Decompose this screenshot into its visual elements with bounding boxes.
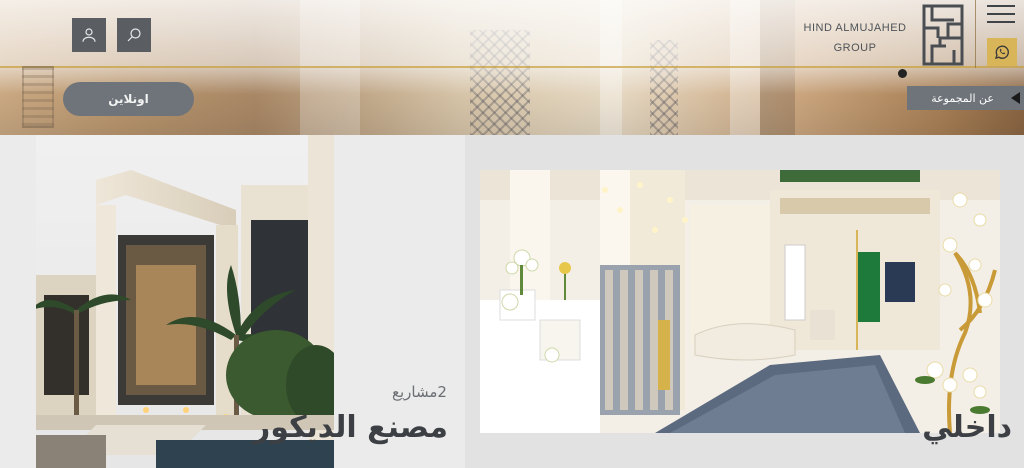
whatsapp-button[interactable] [987, 38, 1017, 66]
interior-showroom-image [480, 170, 1000, 433]
about-group-button[interactable]: عن المجموعة [907, 86, 1024, 110]
user-icon [82, 28, 96, 42]
hamburger-menu-icon [987, 5, 1015, 7]
search-button[interactable] [117, 18, 151, 52]
user-button[interactable] [72, 18, 106, 52]
whatsapp-icon [994, 45, 1009, 59]
brand-name: HIND ALMUJAHED GROUP [795, 18, 915, 58]
project-count: 2مشاريع [392, 383, 447, 401]
brand-logo[interactable] [922, 4, 964, 66]
about-group-label: عن المجموعة [931, 91, 994, 105]
hamburger-menu-button[interactable] [987, 0, 1017, 28]
slider-indicator-dot[interactable] [898, 69, 907, 78]
online-button[interactable]: اونلاين [63, 82, 194, 116]
arrow-left-icon [1011, 92, 1020, 104]
brand-line-1: HIND ALMUJAHED [803, 22, 907, 34]
brand-watermark [22, 66, 54, 128]
brand-line-2: GROUP [833, 42, 877, 54]
card-title-decor-factory[interactable]: مصنع الديكور [253, 410, 448, 445]
header-divider [975, 0, 976, 68]
search-icon [127, 28, 141, 42]
card-title-interior[interactable]: داخلي [922, 410, 1012, 445]
